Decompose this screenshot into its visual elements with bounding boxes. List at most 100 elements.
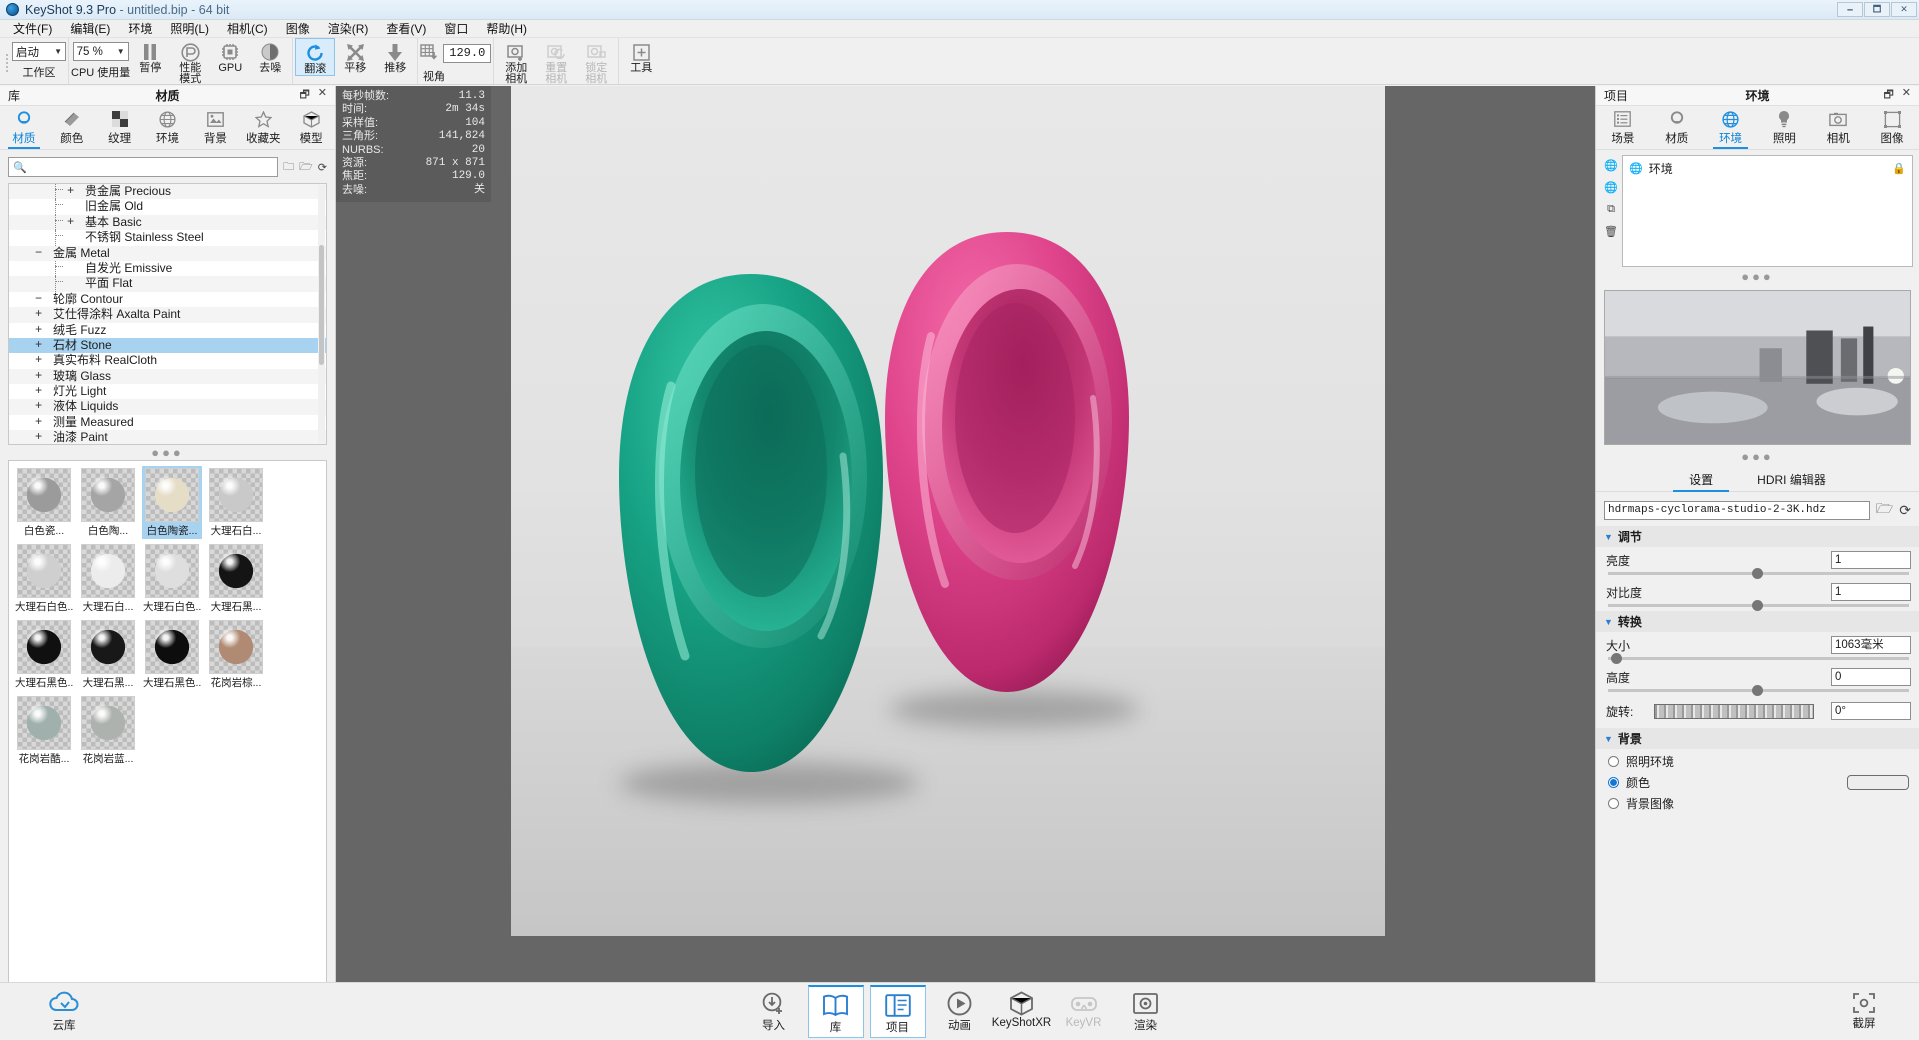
maximize-button[interactable]: 🗖 [1864, 2, 1890, 17]
tree-row[interactable]: + 绒毛 Fuzz [9, 323, 326, 338]
material-thumbnail-grid[interactable]: 白色瓷... 白色陶... 白色陶瓷... 大理石白... 大理石白色... 大理石白..… [8, 460, 327, 1014]
environment-icon[interactable]: 🌐 [1604, 159, 1618, 172]
tree-toggle-icon[interactable]: + [67, 184, 74, 199]
bottom-button-keyvr[interactable]: KeyVR [1056, 985, 1112, 1029]
settings-tab-1[interactable]: HDRI 编辑器 [1735, 470, 1848, 491]
project-splitter-handle-top[interactable]: ●●● [1596, 267, 1919, 284]
background-section-header[interactable]: ▼ 背景 [1596, 728, 1919, 749]
lock-camera-button[interactable]: 锁定 相机 [576, 38, 616, 84]
tree-toggle-icon[interactable]: + [35, 384, 42, 399]
project-tab-material[interactable]: 材质 [1650, 106, 1704, 149]
add-camera-button[interactable]: 添加 相机 [496, 38, 536, 84]
tree-row[interactable]: + 贵金属 Precious [9, 184, 326, 200]
environment-list-item[interactable]: 🌐 环境 🔒 [1623, 156, 1912, 181]
menu-item-9[interactable]: 帮助(H) [477, 20, 536, 38]
bowl-teal[interactable] [611, 266, 891, 786]
render-viewport[interactable]: 每秒帧数: 11.3 时间: 2m 34s 采样值: 104 三角形: 141,824 NURB… [336, 86, 1595, 1040]
tree-row[interactable]: + 玻璃 Glass [9, 368, 326, 385]
project-tab-scene[interactable]: 场景 [1596, 106, 1650, 149]
tree-row[interactable]: + 真实布料 RealCloth [9, 353, 326, 368]
menu-item-1[interactable]: 编辑(E) [61, 20, 119, 38]
height-input[interactable]: 0 [1831, 668, 1911, 686]
pause-button[interactable]: 暂停 [130, 38, 170, 74]
denoise-button[interactable]: 去噪 [250, 38, 290, 74]
bowl-pink[interactable] [879, 226, 1134, 706]
tumble-button[interactable]: 翻滚 [295, 38, 336, 76]
library-tab-background[interactable]: 背景 [191, 106, 239, 149]
menu-item-5[interactable]: 图像 [277, 20, 319, 38]
search-input[interactable] [29, 161, 274, 173]
fov-control[interactable]: 129.0 [420, 38, 492, 63]
menu-item-6[interactable]: 渲染(R) [319, 20, 378, 38]
bottom-button-project[interactable]: 项目 [869, 985, 926, 1038]
workspace-control[interactable]: 启动 ▼ 工作区 [12, 38, 66, 80]
open-folder-icon[interactable]: 🗁 [299, 158, 313, 177]
tree-row[interactable]: 旧金属 Old [9, 199, 326, 215]
material-thumbnail[interactable]: 大理石黑色... [14, 618, 74, 691]
tree-toggle-icon[interactable]: + [35, 369, 42, 384]
bottom-button-library-book[interactable]: 库 [807, 985, 864, 1038]
bottom-button-animation-play[interactable]: 动画 [932, 985, 988, 1033]
delete-icon[interactable]: 🗑 [1604, 225, 1618, 238]
menu-item-7[interactable]: 查看(V) [377, 20, 435, 38]
brightness-input[interactable]: 1 [1831, 551, 1911, 569]
material-thumbnail[interactable]: 大理石黑... [78, 618, 138, 691]
rotation-input[interactable]: 0° [1831, 702, 1911, 720]
material-thumbnail[interactable]: 花岗岩蓝... [78, 694, 138, 767]
material-thumbnail[interactable]: 大理石黑... [206, 542, 266, 615]
project-close-icon[interactable]: ✕ [1902, 86, 1911, 105]
material-thumbnail[interactable]: 大理石白... [78, 542, 138, 615]
material-thumbnail[interactable]: 大理石白色... [142, 542, 202, 615]
size-input[interactable]: 1063毫米 [1831, 636, 1911, 654]
material-thumbnail[interactable]: 大理石白... [206, 466, 266, 539]
tree-toggle-icon[interactable]: + [67, 215, 74, 230]
material-thumbnail[interactable]: 白色瓷... [14, 466, 74, 539]
material-thumbnail[interactable]: 白色陶瓷... [142, 466, 202, 539]
tree-row[interactable]: 平面 Flat [9, 276, 326, 292]
library-close-icon[interactable]: ✕ [318, 86, 327, 105]
tree-row[interactable]: + 基本 Basic [9, 214, 326, 231]
material-thumbnail[interactable]: 花岗岩棕... [206, 618, 266, 691]
tree-scrollbar[interactable] [318, 185, 325, 443]
tree-toggle-icon[interactable]: − [35, 246, 42, 261]
minimize-button[interactable]: 🗕 [1837, 2, 1863, 17]
transform-section-header[interactable]: ▼ 转换 [1596, 611, 1919, 632]
tree-toggle-icon[interactable]: + [35, 338, 42, 353]
library-tab-material[interactable]: 材质 [0, 106, 48, 149]
tree-row[interactable]: + 石材 Stone [9, 337, 326, 354]
menu-item-3[interactable]: 照明(L) [161, 20, 218, 38]
add-folder-icon[interactable]: 🗀 [283, 158, 294, 177]
environment-list[interactable]: 🌐 环境 🔒 [1622, 155, 1913, 267]
library-search-box[interactable]: 🔍 [8, 157, 279, 177]
material-thumbnail[interactable]: 大理石白色... [14, 542, 74, 615]
height-slider[interactable] [1608, 685, 1909, 696]
gpu-button[interactable]: GPU [210, 38, 250, 74]
workspace-select[interactable]: 启动 ▼ [12, 42, 66, 61]
refresh-icon[interactable]: ⟳ [318, 161, 327, 174]
tree-row[interactable]: − 轮廓 Contour [9, 292, 326, 307]
tree-toggle-icon[interactable]: + [35, 430, 42, 444]
performance-mode-button[interactable]: 性能 模式 [170, 38, 210, 84]
hdri-file-input[interactable]: hdrmaps-cyclorama-studio-2-3K.hdz [1604, 500, 1870, 520]
background-option-lighting-environment[interactable]: 照明环境 [1596, 749, 1919, 770]
library-float-icon[interactable]: 🗗 [299, 86, 309, 105]
brightness-slider[interactable] [1608, 568, 1909, 579]
library-tab-star[interactable]: 收藏夹 [239, 106, 287, 149]
lock-icon[interactable]: 🔒 [1892, 162, 1906, 175]
material-thumbnail[interactable]: 大理石黑色... [142, 618, 202, 691]
close-button[interactable]: ✕ [1891, 2, 1917, 17]
pan-button[interactable]: 平移 [335, 38, 375, 74]
menu-item-4[interactable]: 相机(C) [218, 20, 277, 38]
material-category-tree[interactable]: + 贵金属 Precious 旧金属 Old + 基本 Basic 不锈钢 Stainle… [8, 183, 327, 445]
bottom-button-render[interactable]: 渲染 [1118, 985, 1174, 1033]
render-canvas[interactable] [511, 86, 1385, 936]
tree-row[interactable]: + 油漆 Paint [9, 430, 326, 444]
tools-button[interactable]: 工具 [621, 38, 661, 74]
tree-toggle-icon[interactable]: − [35, 292, 42, 307]
settings-tab-0[interactable]: 设置 [1667, 470, 1735, 492]
project-float-icon[interactable]: 🗗 [1883, 86, 1893, 105]
cloud-library-button[interactable]: 云库 [0, 990, 110, 1033]
tree-toggle-icon[interactable]: + [35, 323, 42, 338]
project-tab-lighting[interactable]: 照明 [1757, 106, 1811, 149]
open-folder-icon[interactable]: 🗁 [1876, 498, 1893, 522]
